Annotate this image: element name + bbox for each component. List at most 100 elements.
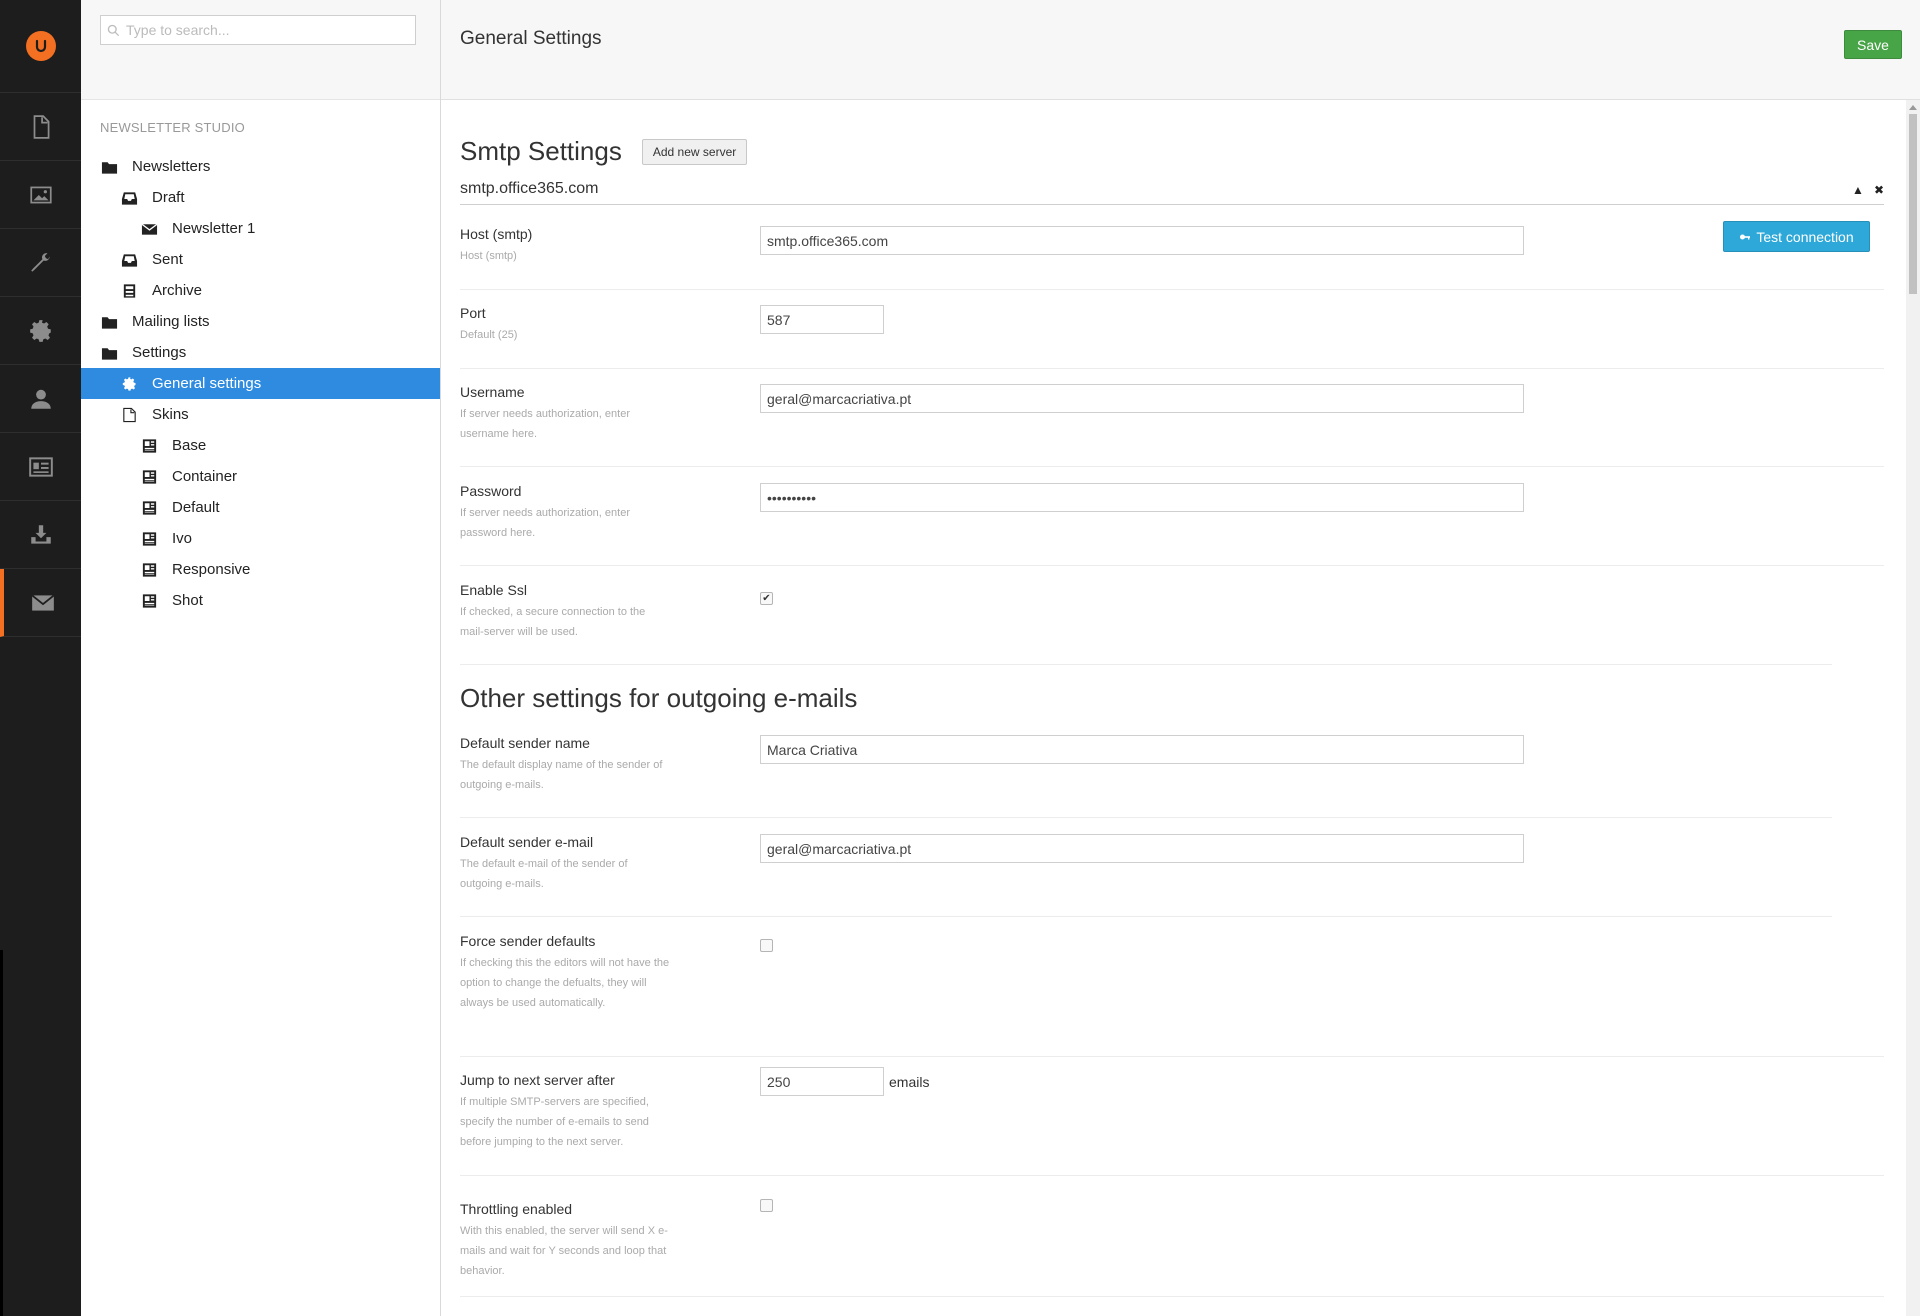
- tree-node-label: General settings: [152, 375, 262, 392]
- sender-email-input[interactable]: [760, 834, 1524, 863]
- username-input[interactable]: [760, 384, 1524, 413]
- folder-icon: [100, 159, 118, 175]
- server-controls: ▲ ✖: [1852, 183, 1884, 197]
- tree-node-responsive[interactable]: Responsive: [81, 554, 440, 585]
- tree-node-settings[interactable]: Settings: [81, 337, 440, 368]
- tree-node-label: Newsletters: [132, 158, 211, 175]
- tree-node-container[interactable]: Container: [81, 461, 440, 492]
- throttling-help: With this enabled, the server will send …: [460, 1225, 668, 1277]
- members-icon[interactable]: [0, 433, 81, 501]
- layout-icon: [140, 531, 158, 547]
- tree-node-label: Shot: [172, 592, 203, 609]
- tree-node-label: Base: [172, 437, 207, 454]
- force-defaults-label: Force sender defaults: [460, 933, 596, 949]
- tree-node-shot[interactable]: Shot: [81, 585, 440, 616]
- tree-node-label: Ivo: [172, 530, 193, 547]
- username-label: Username: [460, 384, 525, 400]
- layout-icon: [140, 562, 158, 578]
- add-server-button[interactable]: Add new server: [641, 138, 748, 165]
- tree-node-newsletters[interactable]: Newsletters: [81, 151, 440, 182]
- tree-node-draft[interactable]: Draft: [81, 182, 440, 213]
- content-icon[interactable]: [0, 93, 81, 161]
- port-input[interactable]: [760, 305, 884, 334]
- port-row: Port Default (25): [460, 305, 1884, 369]
- port-help: Default (25): [460, 329, 518, 341]
- users-icon[interactable]: [0, 365, 81, 433]
- layout-icon: [140, 593, 158, 609]
- packages-icon[interactable]: [0, 501, 81, 569]
- tree-node-skins[interactable]: Skins: [81, 399, 440, 430]
- tree-node-label: Newsletter 1: [172, 220, 256, 237]
- media-icon[interactable]: [0, 161, 81, 229]
- remove-server-icon[interactable]: ✖: [1874, 183, 1884, 197]
- tree-node-label: Responsive: [172, 561, 251, 578]
- inbox-icon: [120, 190, 138, 206]
- other-settings-heading: Other settings for outgoing e-mails: [460, 683, 858, 713]
- port-label: Port: [460, 305, 486, 321]
- tree-node-sent[interactable]: Sent: [81, 244, 440, 275]
- sidebar-edge: [0, 950, 3, 1316]
- layout-icon: [140, 500, 158, 516]
- tree-node-general-settings[interactable]: General settings: [81, 368, 440, 399]
- throttling-checkbox[interactable]: [760, 1199, 773, 1212]
- settings-icon[interactable]: [0, 297, 81, 365]
- scrollbar[interactable]: [1906, 100, 1920, 1316]
- password-label: Password: [460, 483, 522, 499]
- sender-name-help: The default display name of the sender o…: [460, 759, 663, 791]
- username-help: If server needs authorization, enter use…: [460, 408, 630, 440]
- username-row: Username If server needs authorization, …: [460, 384, 1884, 467]
- throttling-label: Throttling enabled: [460, 1201, 573, 1217]
- collapse-icon[interactable]: ▲: [1852, 183, 1864, 197]
- tree-node-mailing-lists[interactable]: Mailing lists: [81, 306, 440, 337]
- logo-icon: [25, 31, 56, 61]
- newsletter-icon[interactable]: [0, 569, 81, 637]
- key-icon: [1740, 234, 1751, 239]
- server-bar: smtp.office365.com ▲ ✖: [460, 180, 1884, 205]
- force-defaults-checkbox[interactable]: [760, 939, 773, 952]
- force-defaults-help: If checking this the editors will not ha…: [460, 957, 670, 1009]
- scroll-up-arrow[interactable]: [1909, 105, 1917, 110]
- search-input[interactable]: [126, 22, 396, 38]
- sender-name-row: Default sender name The default display …: [460, 735, 1832, 818]
- tree-node-archive[interactable]: Archive: [81, 275, 440, 306]
- tree-node-label: Draft: [152, 189, 185, 206]
- password-row: Password If server needs authorization, …: [460, 483, 1884, 566]
- save-button[interactable]: Save: [1844, 30, 1902, 59]
- tree-node-default[interactable]: Default: [81, 492, 440, 523]
- envelope-icon: [140, 221, 158, 237]
- force-defaults-row: Force sender defaults If checking this t…: [460, 933, 1884, 1057]
- sender-email-row: Default sender e-mail The default e-mail…: [460, 834, 1832, 917]
- smtp-heading: Smtp Settings: [460, 136, 622, 166]
- tray-icon: [120, 252, 138, 268]
- ssl-checkbox[interactable]: ✔: [760, 592, 773, 605]
- jump-server-label: Jump to next server after: [460, 1072, 615, 1088]
- sender-email-label: Default sender e-mail: [460, 834, 594, 850]
- ssl-label: Enable Ssl: [460, 582, 527, 598]
- smtp-heading-row: Smtp Settings Add new server: [460, 136, 748, 167]
- layout-icon: [140, 469, 158, 485]
- umbraco-logo[interactable]: [0, 0, 81, 93]
- page-title: General Settings: [460, 28, 602, 49]
- gear-icon: [120, 376, 138, 392]
- tree-node-label: Skins: [152, 406, 189, 423]
- search-box[interactable]: [100, 15, 416, 45]
- test-connection-button[interactable]: Test connection: [1723, 221, 1870, 252]
- tree-node-base[interactable]: Base: [81, 430, 440, 461]
- search-icon: [107, 24, 120, 36]
- tree-section-title: NEWSLETTER STUDIO: [100, 120, 245, 135]
- jump-server-input[interactable]: [760, 1067, 884, 1096]
- password-input[interactable]: [760, 483, 1524, 512]
- tree-panel: NEWSLETTER STUDIO Newsletters Draft News…: [81, 0, 441, 1316]
- sender-name-input[interactable]: [760, 735, 1524, 764]
- ssl-help: If checked, a secure connection to the m…: [460, 606, 646, 638]
- developer-icon[interactable]: [0, 229, 81, 297]
- ssl-row: Enable Ssl If checked, a secure connecti…: [460, 582, 1832, 665]
- tree-node-newsletter-1[interactable]: Newsletter 1: [81, 213, 440, 244]
- sender-name-label: Default sender name: [460, 735, 590, 751]
- host-input[interactable]: [760, 226, 1524, 255]
- tree-node-ivo[interactable]: Ivo: [81, 523, 440, 554]
- scrollbar-thumb[interactable]: [1909, 114, 1917, 294]
- test-connection-label: Test connection: [1756, 228, 1854, 245]
- throttling-row: Throttling enabled With this enabled, th…: [460, 1199, 1884, 1297]
- jump-server-row: Jump to next server after If multiple SM…: [460, 1067, 1884, 1176]
